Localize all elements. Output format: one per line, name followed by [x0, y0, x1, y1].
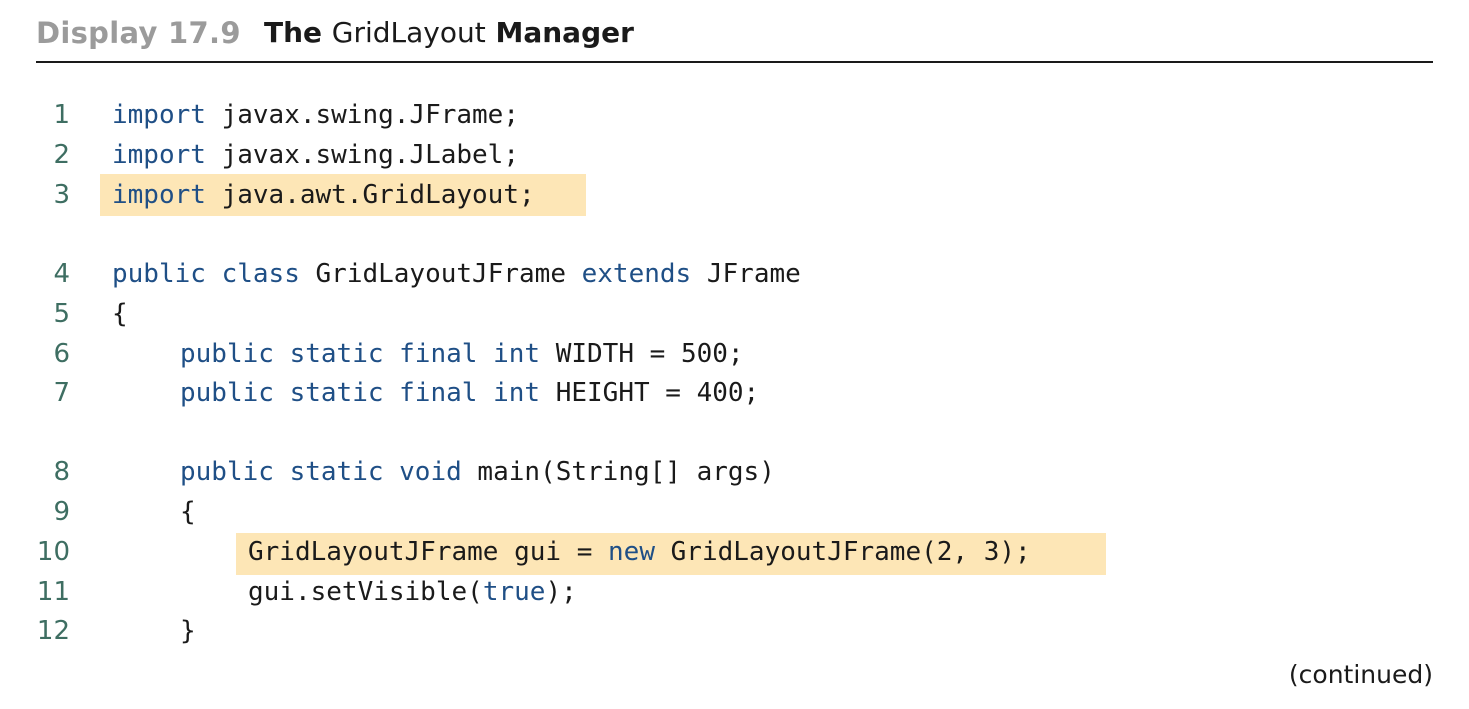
code-token: java.awt.GridLayout; [205, 180, 535, 210]
title-suffix: Manager [485, 16, 634, 49]
line-number: 12 [36, 616, 70, 646]
line-number: 11 [36, 577, 70, 607]
line-number: 2 [53, 140, 70, 170]
code-token: HEIGHT = 400; [540, 378, 760, 408]
keyword: static [289, 457, 384, 487]
display-number: Display 17.9 [36, 16, 241, 50]
display-title: The GridLayout Manager [264, 16, 634, 49]
code-line: 2 import javax.swing.JLabel; [0, 135, 1469, 175]
keyword: final [399, 378, 478, 408]
keyword: static [289, 339, 384, 369]
code-token: ); [545, 577, 577, 607]
header-rule [36, 61, 1433, 63]
code-token: javax.swing.JFrame; [205, 100, 519, 130]
keyword: new [608, 537, 655, 567]
line-number: 3 [53, 180, 70, 210]
code-token: javax.swing.JLabel; [205, 140, 519, 170]
code-line: 12} [0, 611, 1469, 651]
keyword: import [112, 100, 206, 130]
code-text: import java.awt.GridLayout; [112, 175, 535, 215]
code-line: 4 public class GridLayoutJFrame extends J… [0, 254, 1469, 294]
keyword: public [180, 378, 274, 408]
keyword: true [482, 577, 546, 607]
code-line: 9{ [0, 492, 1469, 532]
line-number: 7 [53, 378, 70, 408]
title-code-word: GridLayout [331, 16, 486, 49]
code-token: GridLayoutJFrame gui = [248, 537, 609, 567]
continued-note: (continued) [1288, 660, 1433, 689]
code-line: 11 gui.setVisible(true); [0, 572, 1469, 612]
keyword: int [493, 378, 541, 408]
line-number: 6 [53, 339, 70, 369]
code-text: } [180, 611, 196, 651]
code-token: WIDTH = 500; [540, 339, 744, 369]
code-line: 8 public static void main(String[] args) [0, 452, 1469, 492]
code-token: GridLayoutJFrame(2, 3); [655, 537, 1031, 567]
code-text: import javax.swing.JLabel; [112, 135, 519, 175]
code-token: GridLayoutJFrame [299, 259, 582, 289]
keyword: extends [581, 259, 692, 289]
line-number: 8 [53, 457, 70, 487]
line-number: 5 [53, 299, 70, 329]
code-text: public static void main(String[] args) [180, 452, 775, 492]
keyword: public [112, 259, 206, 289]
code-token: main(String[] args) [461, 457, 775, 487]
code-token: JFrame [691, 259, 801, 289]
keyword: public [180, 339, 274, 369]
line-number: 9 [53, 497, 70, 527]
keyword: import [112, 140, 206, 170]
keyword: public [180, 457, 274, 487]
code-token: { [180, 497, 196, 527]
code-token: } [180, 616, 196, 646]
title-prefix: The [264, 16, 332, 49]
code-line: 7 public static final int HEIGHT = 400; [0, 373, 1469, 413]
keyword: import [112, 180, 206, 210]
keyword: final [399, 339, 478, 369]
code-text: { [180, 492, 196, 532]
keyword: static [289, 378, 384, 408]
code-text: import javax.swing.JFrame; [112, 95, 519, 135]
code-line: 3 import java.awt.GridLayout; [0, 175, 1469, 215]
line-number: 4 [53, 259, 70, 289]
keyword: void [399, 457, 462, 487]
code-text: public static final int WIDTH = 500; [180, 334, 744, 374]
code-text: gui.setVisible(true); [248, 572, 577, 612]
keyword: int [493, 339, 541, 369]
line-number: 10 [36, 537, 70, 567]
line-number: 1 [53, 100, 70, 130]
code-text: public class GridLayoutJFrame extends JF… [112, 254, 801, 294]
code-token: gui.setVisible( [248, 577, 483, 607]
code-text: public static final int HEIGHT = 400; [180, 373, 759, 413]
code-line: 5{ [0, 294, 1469, 334]
keyword: class [221, 259, 300, 289]
code-line: 1 import javax.swing.JFrame; [0, 95, 1469, 135]
code-token: { [112, 299, 128, 329]
code-text: { [112, 294, 128, 334]
code-line: 10 GridLayoutJFrame gui = new GridLayoutJ… [0, 532, 1469, 572]
display-header: Display 17.9 The GridLayout Manager [36, 12, 1433, 60]
code-text: GridLayoutJFrame gui = new GridLayoutJFr… [248, 532, 1031, 572]
code-line: 6 public static final int WIDTH = 500; [0, 334, 1469, 374]
